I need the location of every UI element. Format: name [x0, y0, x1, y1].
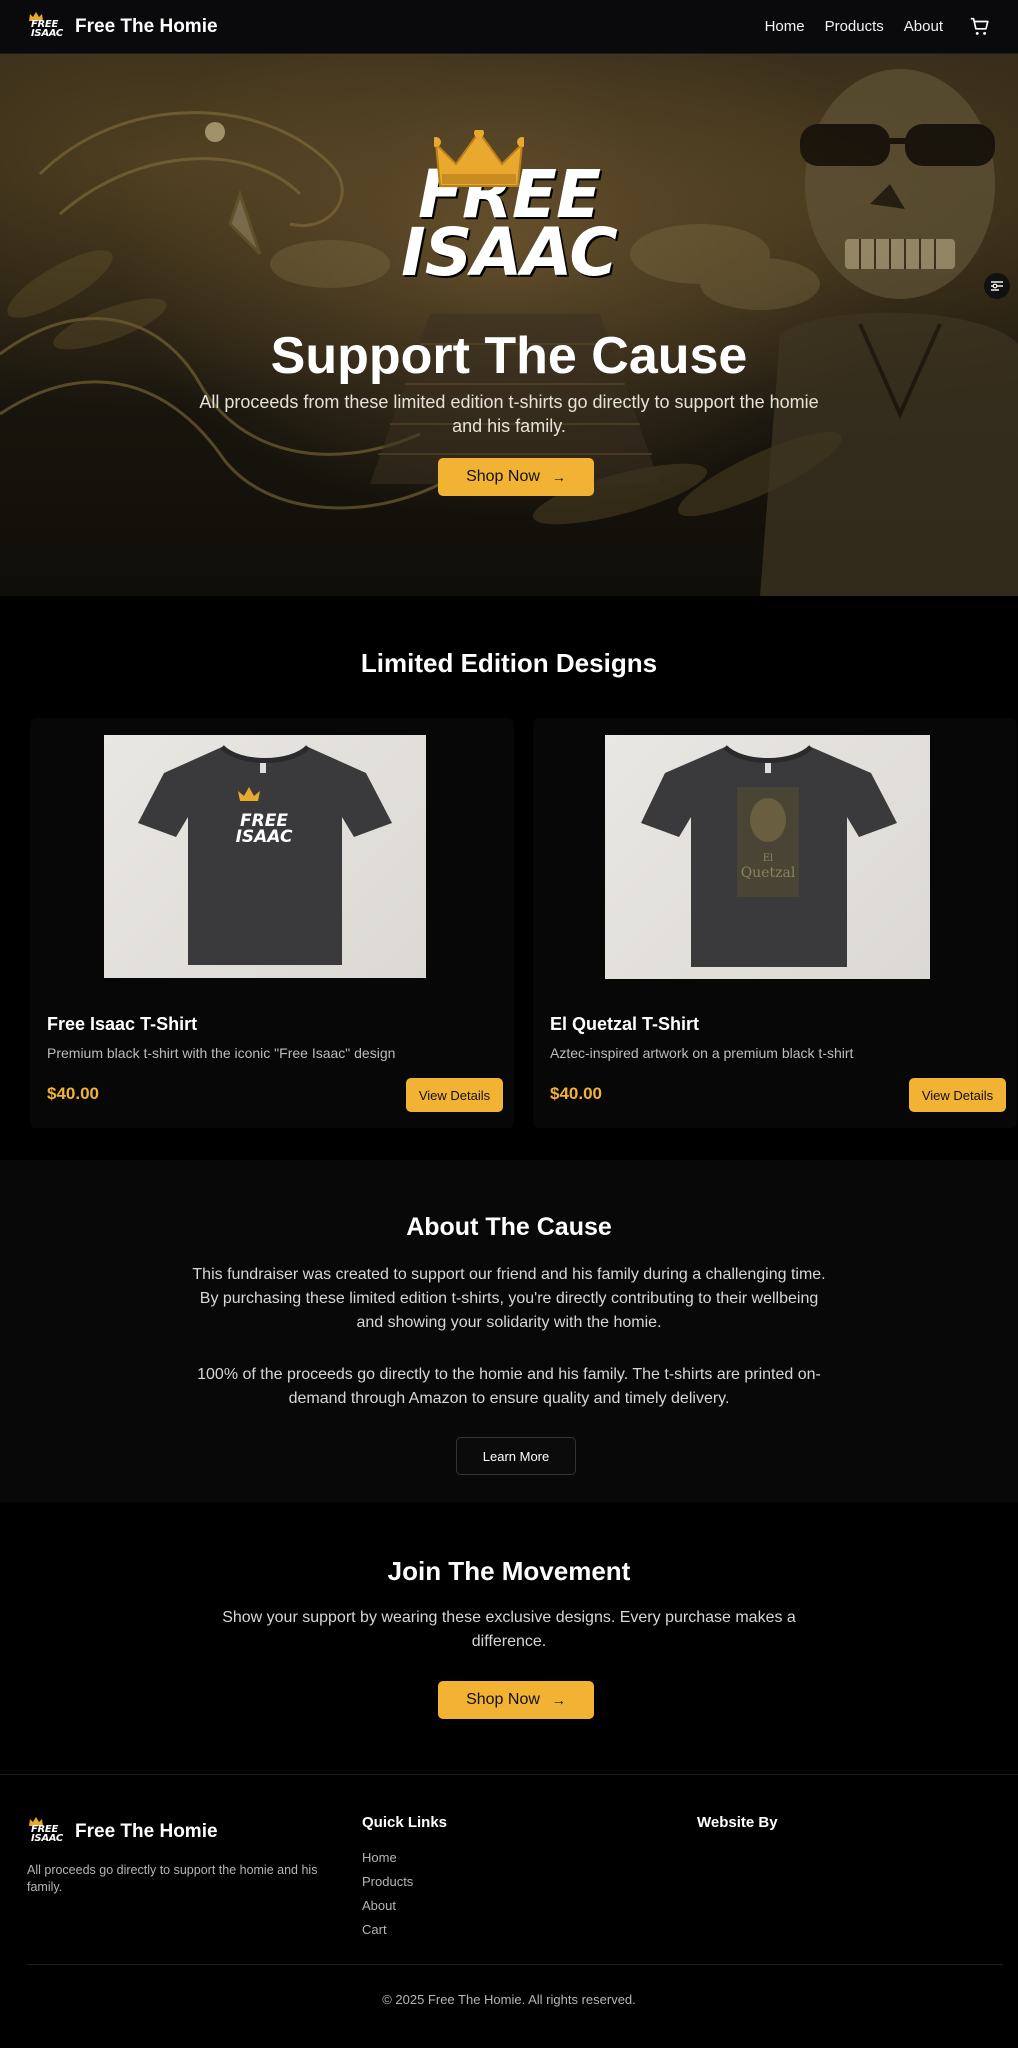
footer-link-home[interactable]: Home — [362, 1850, 397, 1865]
cart-icon[interactable] — [969, 16, 991, 38]
product-description: Aztec-inspired artwork on a premium blac… — [550, 1045, 854, 1061]
brand-name[interactable]: Free The Homie — [75, 16, 218, 38]
hero-shop-now-button[interactable]: Shop Now → — [438, 458, 594, 496]
hero-title: Support The Cause — [270, 327, 748, 385]
product-card[interactable]: FREE ISAAC Free Isaac T-Shirt Premium bl… — [30, 718, 514, 1128]
tshirt-icon: El Quetzal — [641, 745, 897, 967]
product-card[interactable]: El Quetzal El Quetzal T-Shirt Aztec-insp… — [533, 718, 1017, 1128]
product-image[interactable]: El Quetzal — [605, 735, 930, 979]
shop-now-label: Shop Now — [466, 1691, 540, 1708]
logo-text-line2: ISAAC — [31, 27, 63, 39]
about-section-title: About The Cause — [406, 1213, 612, 1241]
crown-icon — [434, 130, 524, 187]
products-section-title: Limited Edition Designs — [360, 648, 658, 678]
join-section-title: Join The Movement — [387, 1556, 631, 1586]
shop-now-label: Shop Now — [466, 468, 540, 485]
footer-link-products[interactable]: Products — [362, 1874, 413, 1889]
learn-more-button[interactable]: Learn More — [456, 1437, 576, 1475]
join-shop-now-button[interactable]: Shop Now → — [438, 1681, 594, 1719]
product-name[interactable]: El Quetzal T-Shirt — [550, 1014, 699, 1035]
nav-link-home[interactable]: Home — [765, 18, 805, 35]
nav-link-products[interactable]: Products — [825, 18, 884, 35]
hero-logo: FREE ISAAC — [0, 130, 1018, 291]
arrow-right-icon: → — [551, 1692, 566, 1708]
hero-logo-line2: ISAAC — [401, 214, 618, 291]
logo-text-line2: ISAAC — [31, 1833, 63, 1844]
footer-brand-name: Free The Homie — [75, 1821, 218, 1842]
arrow-right-icon: → — [551, 469, 566, 485]
product-image[interactable]: FREE ISAAC — [104, 735, 426, 978]
hero-subtitle: All proceeds from these limited edition … — [199, 392, 819, 436]
view-details-button[interactable]: View Details — [406, 1078, 503, 1112]
accessibility-widget-icon[interactable] — [984, 273, 1010, 299]
nav-link-about[interactable]: About — [904, 18, 943, 35]
website-by-title: Website By — [697, 1814, 778, 1831]
footer-divider — [27, 1964, 1003, 1965]
shirt-print-line1: El — [763, 853, 774, 864]
product-name[interactable]: Free Isaac T-Shirt — [47, 1014, 197, 1035]
join-text: Show your support by wearing these exclu… — [222, 1609, 796, 1650]
quick-links-title: Quick Links — [362, 1814, 448, 1831]
view-details-button[interactable]: View Details — [909, 1078, 1006, 1112]
footer-tagline: All proceeds go directly to support the … — [27, 1863, 318, 1894]
product-price: $40.00 — [550, 1084, 602, 1103]
product-price: $40.00 — [47, 1084, 99, 1103]
copyright: © 2025 Free The Homie. All rights reserv… — [382, 1992, 636, 2007]
product-description: Premium black t-shirt with the iconic "F… — [47, 1045, 396, 1061]
shirt-print-line2: ISAAC — [236, 827, 293, 847]
nav-links: Home Products About — [765, 16, 991, 38]
tshirt-icon: FREE ISAAC — [138, 745, 392, 965]
about-paragraph-2: 100% of the proceeds go directly to the … — [197, 1366, 821, 1407]
top-navbar: FREE ISAAC Free The Homie Home Products A… — [0, 0, 1018, 54]
shirt-print-line2: Quetzal — [741, 865, 796, 881]
footer-brand[interactable]: FREE ISAAC Free The Homie — [27, 1817, 218, 1847]
footer-link-cart[interactable]: Cart — [362, 1922, 387, 1937]
hero-section: FREE ISAAC Support The Cause All proceed… — [0, 54, 1018, 596]
about-paragraph-1: This fundraiser was created to support o… — [192, 1266, 826, 1331]
logo-icon: FREE ISAAC — [27, 1817, 63, 1847]
footer-link-about[interactable]: About — [362, 1898, 396, 1913]
logo-icon[interactable]: FREE ISAAC — [27, 11, 63, 42]
